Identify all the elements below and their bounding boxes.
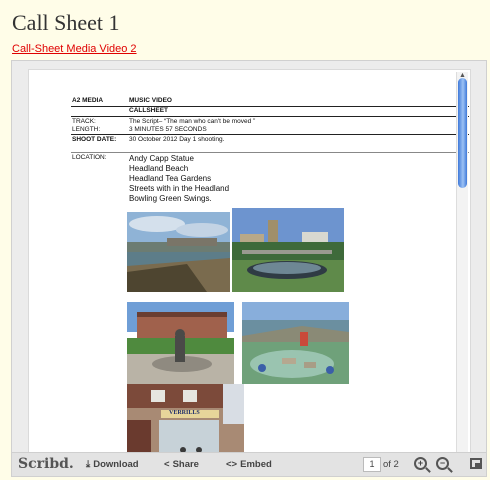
track-label: TRACK: [72,118,96,125]
divider [71,134,469,135]
track-value: The Script– “The man who can't be moved … [129,118,256,125]
viewer-toolbar: Scribd. ⤓ Download < Share <> Embed 1 of 2 … [12,452,486,476]
fullscreen-icon[interactable] [470,458,482,469]
download-label: Download [93,459,139,470]
callsheet-heading: CALLSHEET [129,107,168,114]
page-title: Call Sheet 1 [12,10,120,35]
kind-label: MUSIC VIDEO [129,97,172,104]
location-list: Andy Capp Statue Headland Beach Headland… [129,154,229,204]
shop-sign: VERRILLS [169,410,200,416]
embed-button[interactable]: <> Embed [226,453,272,476]
beach-photo [127,212,230,292]
tea-gardens-photo [232,208,344,292]
scribd-viewer: A2 MEDIA MUSIC VIDEO CALLSHEET TRACK: Th… [11,60,487,477]
location-item: Streets with in the Headland [129,184,230,193]
download-button[interactable]: ⤓ Download [86,453,139,476]
page-count: of 2 [383,459,399,470]
document-page: A2 MEDIA MUSIC VIDEO CALLSHEET TRACK: Th… [28,69,471,469]
share-button[interactable]: < Share [164,453,199,476]
vertical-scrollbar[interactable]: ▲ ▼ [456,72,468,464]
statue-photo [127,302,234,384]
embed-icon: <> [226,459,238,470]
share-label: Share [172,459,199,470]
length-value: 3 MINUTES 57 SECONDS [129,126,207,133]
company-label: A2 MEDIA [72,97,104,104]
page-number-input[interactable]: 1 [363,457,381,472]
location-item: Bowling Green Swings. [129,194,212,203]
scroll-thumb[interactable] [458,78,467,188]
location-label: LOCATION: [72,154,107,161]
zoom-out-icon[interactable]: − [436,457,449,470]
location-item: Headland Tea Gardens [129,174,212,183]
shoot-date-value: 30 October 2012 Day 1 shooting. [129,136,225,143]
zoom-in-icon[interactable]: + [414,457,427,470]
download-icon: ⤓ [86,459,91,470]
embed-label: Embed [240,459,272,470]
shoot-date-label: SHOOT DATE: [72,136,117,143]
location-item: Andy Capp Statue [129,154,194,163]
document-link[interactable]: Call-Sheet Media Video 2 [12,43,137,55]
location-item: Headland Beach [129,164,189,173]
scribd-logo[interactable]: Scribd. [18,453,74,476]
share-icon: < [164,459,170,470]
divider [71,116,469,117]
playground-photo [242,302,349,384]
length-label: LENGTH: [72,126,101,133]
divider [71,152,469,153]
